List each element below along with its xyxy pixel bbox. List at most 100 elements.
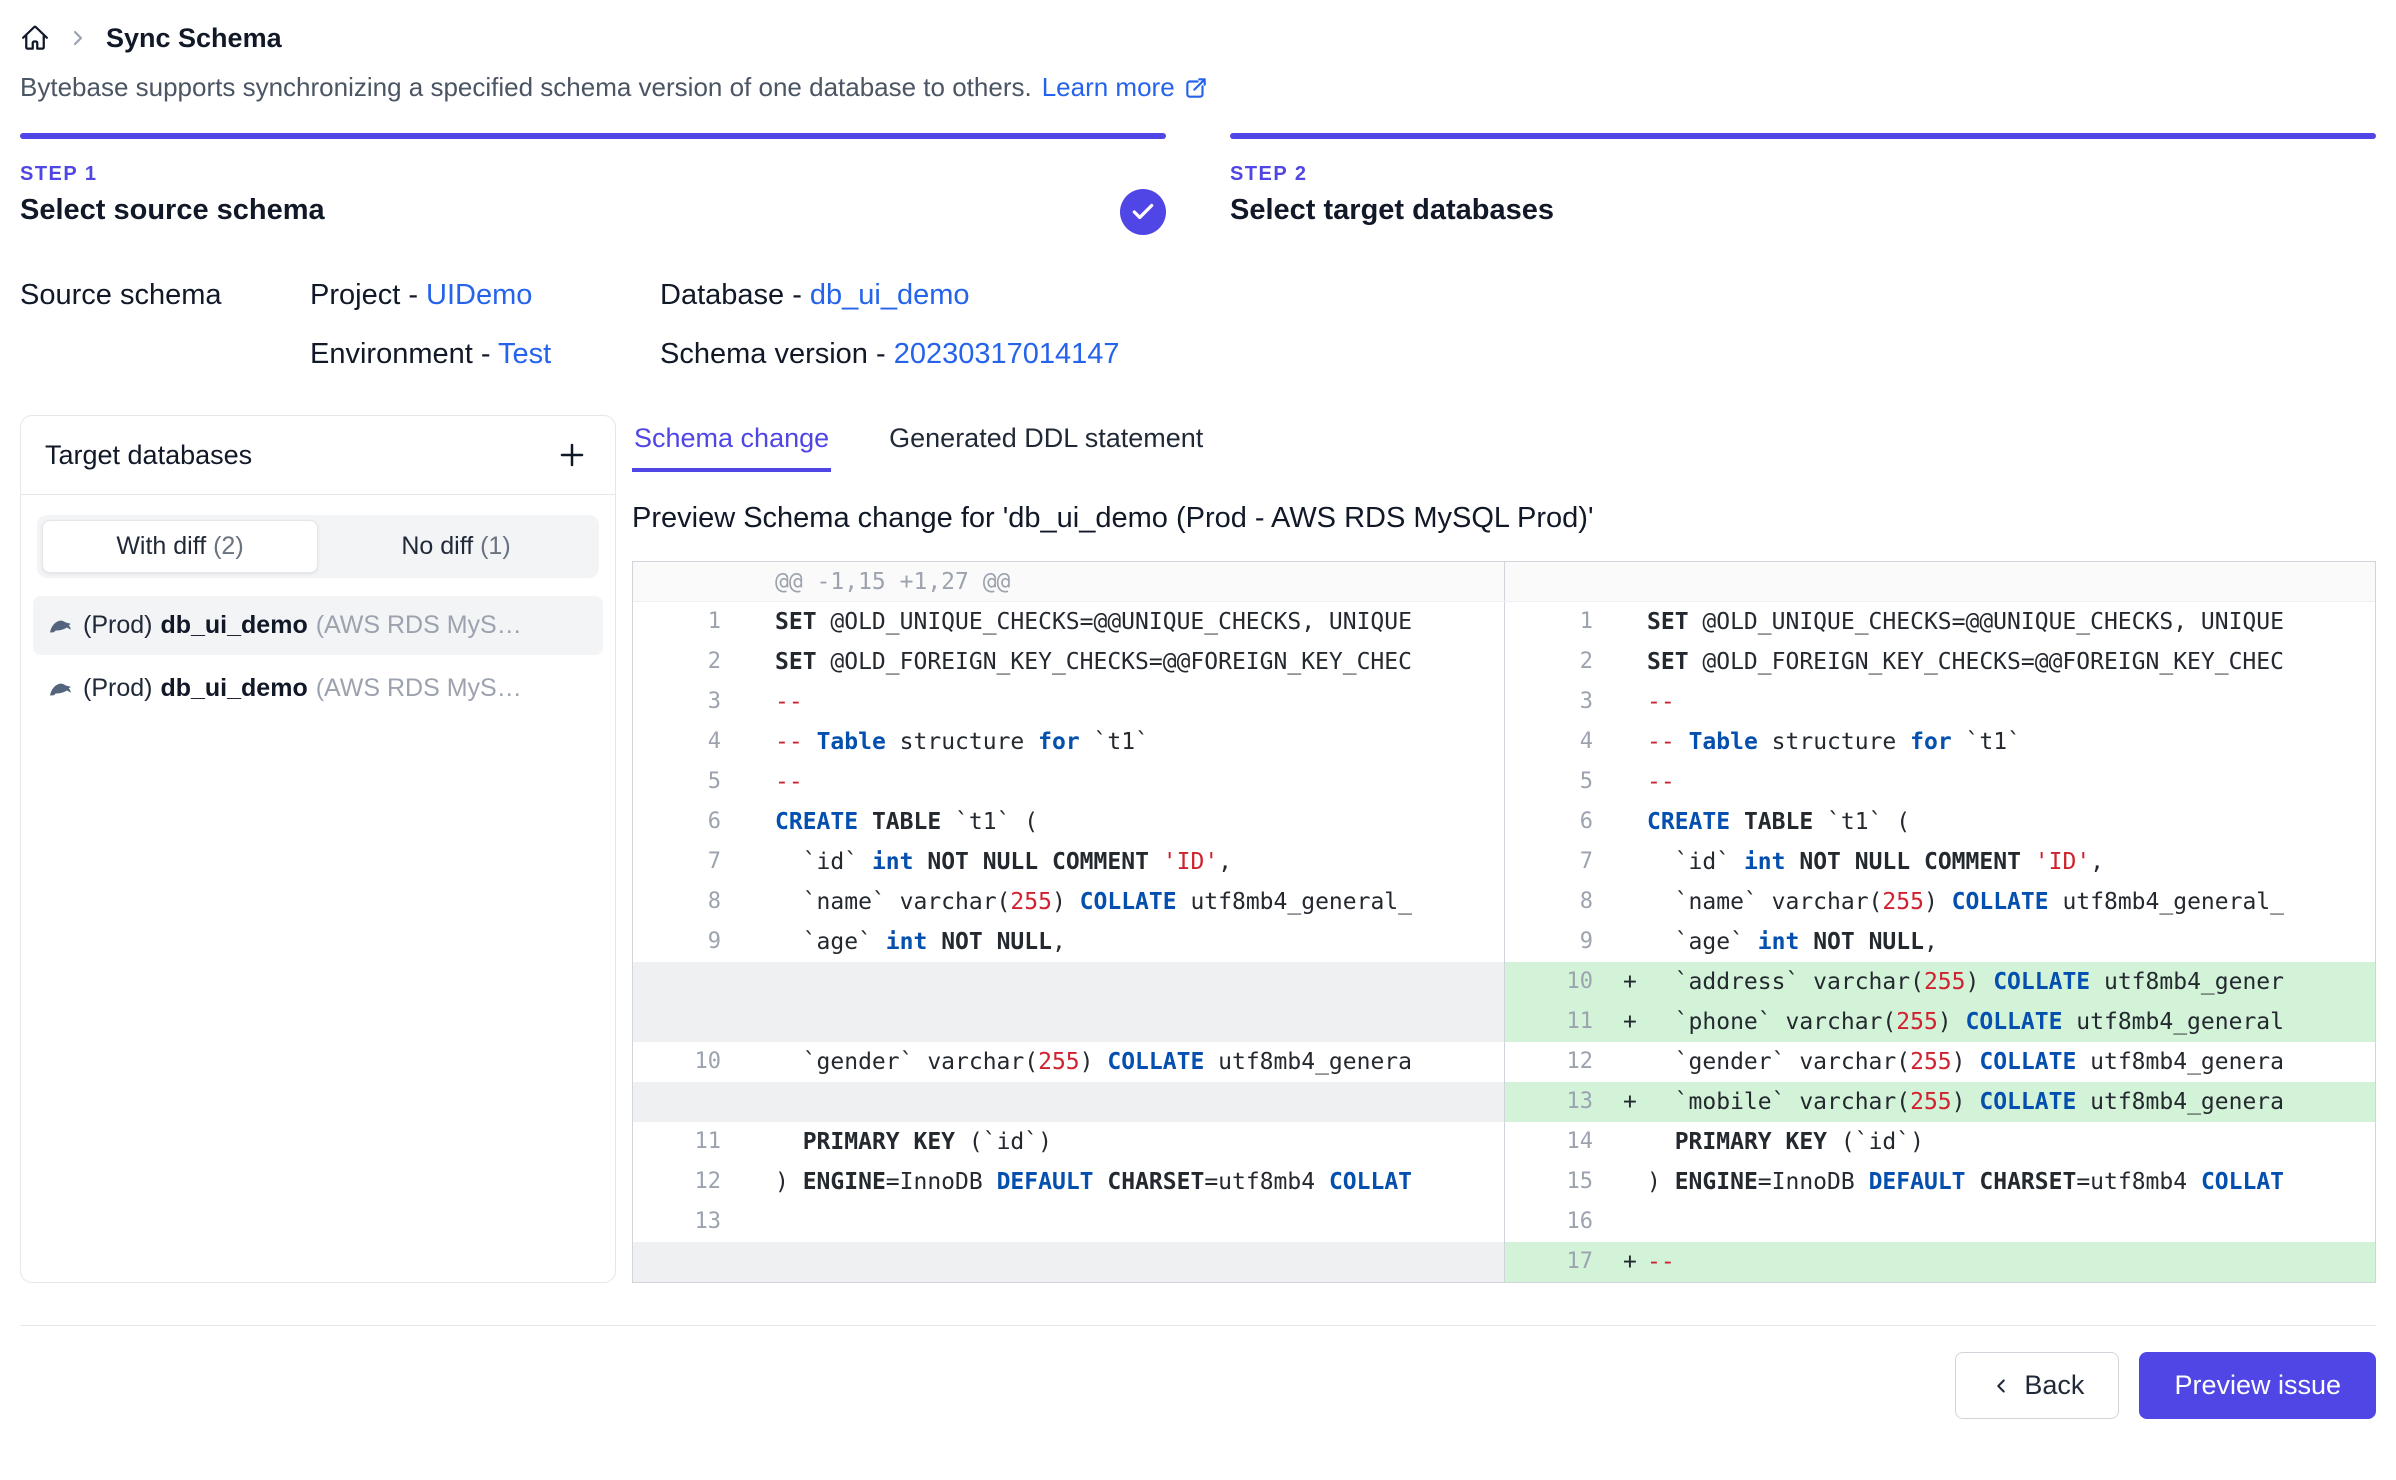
tab-with-diff[interactable]: With diff (2) (42, 520, 318, 573)
schema-version-link[interactable]: 20230317014147 (894, 338, 1120, 370)
back-button[interactable]: Back (1955, 1352, 2119, 1419)
source-schema-section: Source schema Project - UIDemoDatabase -… (20, 279, 2376, 371)
db-instance: (AWS RDS MyS… (316, 611, 522, 640)
intro-text: Bytebase supports synchronizing a specif… (20, 72, 1032, 103)
diff-right-cell: 13+ `mobile` varchar(255) COLLATE utf8mb… (1504, 1082, 2375, 1122)
chevron-right-icon (66, 26, 90, 50)
database-link[interactable]: db_ui_demo (810, 279, 970, 311)
learn-more-label: Learn more (1042, 72, 1175, 103)
tab-generated-ddl[interactable]: Generated DDL statement (887, 415, 1205, 472)
diff-right-cell: 10+ `address` varchar(255) COLLATE utf8m… (1504, 962, 2375, 1002)
step-2: STEP 2 Select target databases (1230, 133, 2376, 227)
diff-row: 4-- Table structure for `t1`4-- Table st… (633, 722, 2375, 762)
mysql-icon (47, 612, 75, 640)
tab-no-diff[interactable]: No diff (1) (318, 520, 594, 573)
diff-filter-tabs: With diff (2)No diff (1) (37, 515, 599, 578)
diff-right-cell: 15) ENGINE=InnoDB DEFAULT CHARSET=utf8mb… (1504, 1162, 2375, 1202)
db-instance: (AWS RDS MyS… (316, 674, 522, 703)
diff-hunk-header: @@ -1,15 +1,27 @@ (633, 562, 2375, 602)
diff-left-cell: 11 PRIMARY KEY (`id`) (633, 1122, 1504, 1162)
diff-left-cell (633, 1082, 1504, 1122)
main-content: Target databases With diff (2)No diff (1… (20, 415, 2376, 1283)
field-label: Database - (660, 279, 810, 311)
diff-right-cell: 5-- (1504, 762, 2375, 802)
diff-row: 1316 (633, 1202, 2375, 1242)
source-field-database: Database - db_ui_demo (660, 279, 1120, 312)
target-databases-header: Target databases (21, 416, 615, 495)
mysql-icon (47, 675, 75, 703)
diff-row: 6CREATE TABLE `t1` (6CREATE TABLE `t1` ( (633, 802, 2375, 842)
diff-row: 8 `name` varchar(255) COLLATE utf8mb4_ge… (633, 882, 2375, 922)
step-title: Select source schema (20, 194, 1166, 227)
diff-left-cell: 10 `gender` varchar(255) COLLATE utf8mb4… (633, 1042, 1504, 1082)
chevron-left-icon (1990, 1375, 2012, 1397)
preview-tabs: Schema change Generated DDL statement (632, 415, 2376, 472)
source-schema-fields: Project - UIDemoDatabase - db_ui_demo Env… (310, 279, 1120, 371)
sync-schema-page: Sync Schema Bytebase supports synchroniz… (0, 0, 2396, 1445)
schema-diff-viewer: @@ -1,15 +1,27 @@1SET @OLD_UNIQUE_CHECKS… (632, 561, 2376, 1283)
source-field-project: Project - UIDemo (310, 279, 660, 312)
tab-schema-change[interactable]: Schema change (632, 415, 831, 472)
home-icon[interactable] (20, 23, 50, 53)
step-completed-check-icon (1120, 189, 1166, 235)
diff-left-cell: 7 `id` int NOT NULL COMMENT 'ID', (633, 842, 1504, 882)
db-name: db_ui_demo (160, 674, 307, 703)
schema-preview-section: Schema change Generated DDL statement Pre… (632, 415, 2376, 1283)
intro: Bytebase supports synchronizing a specif… (20, 72, 2376, 103)
diff-left-cell: 5-- (633, 762, 1504, 802)
environment-link[interactable]: Test (498, 338, 551, 370)
diff-right-cell: 17+-- (1504, 1242, 2375, 1282)
learn-more-link[interactable]: Learn more (1042, 72, 1209, 103)
diff-row: 9 `age` int NOT NULL,9 `age` int NOT NUL… (633, 922, 2375, 962)
preview-issue-button[interactable]: Preview issue (2139, 1352, 2376, 1419)
source-field-schema-version: Schema version - 20230317014147 (660, 338, 1120, 371)
target-database-item[interactable]: (Prod)db_ui_demo(AWS RDS MyS… (33, 659, 603, 718)
diff-left-cell: 2SET @OLD_FOREIGN_KEY_CHECKS=@@FOREIGN_K… (633, 642, 1504, 682)
diff-row: 2SET @OLD_FOREIGN_KEY_CHECKS=@@FOREIGN_K… (633, 642, 2375, 682)
diff-row: 12) ENGINE=InnoDB DEFAULT CHARSET=utf8mb… (633, 1162, 2375, 1202)
diff-left-cell: @@ -1,15 +1,27 @@ (633, 562, 1504, 601)
step-1: STEP 1Select source schema (20, 133, 1166, 227)
diff-row: 13+ `mobile` varchar(255) COLLATE utf8mb… (633, 1082, 2375, 1122)
diff-left-cell: 6CREATE TABLE `t1` ( (633, 802, 1504, 842)
steps: STEP 1Select source schema STEP 2 Select t… (20, 133, 2376, 227)
step-title: Select target databases (1230, 194, 2376, 227)
diff-left-cell: 1SET @OLD_UNIQUE_CHECKS=@@UNIQUE_CHECKS,… (633, 602, 1504, 642)
diff-row: 10 `gender` varchar(255) COLLATE utf8mb4… (633, 1042, 2375, 1082)
diff-row: 11 PRIMARY KEY (`id`)14 PRIMARY KEY (`id… (633, 1122, 2375, 1162)
diff-left-cell (633, 1242, 1504, 1282)
diff-row: 1SET @OLD_UNIQUE_CHECKS=@@UNIQUE_CHECKS,… (633, 602, 2375, 642)
plus-icon (557, 440, 587, 470)
diff-row: 5--5-- (633, 762, 2375, 802)
preview-title: Preview Schema change for 'db_ui_demo (P… (632, 502, 2376, 535)
diff-right-cell: 9 `age` int NOT NULL, (1504, 922, 2375, 962)
field-label: Schema version - (660, 338, 894, 370)
step-progress-bar (20, 133, 1166, 139)
step-progress-bar (1230, 133, 2376, 139)
add-target-database-button[interactable] (553, 436, 591, 474)
external-link-icon (1183, 75, 1209, 101)
diff-left-cell: 3-- (633, 682, 1504, 722)
source-schema-label: Source schema (20, 279, 310, 371)
diff-left-cell (633, 1002, 1504, 1042)
diff-left-cell: 4-- Table structure for `t1` (633, 722, 1504, 762)
diff-right-cell: 11+ `phone` varchar(255) COLLATE utf8mb4… (1504, 1002, 2375, 1042)
diff-right-cell: 4-- Table structure for `t1` (1504, 722, 2375, 762)
diff-right-cell: 2SET @OLD_FOREIGN_KEY_CHECKS=@@FOREIGN_K… (1504, 642, 2375, 682)
target-database-list: (Prod)db_ui_demo(AWS RDS MyS…(Prod)db_ui… (21, 592, 615, 726)
target-database-item[interactable]: (Prod)db_ui_demo(AWS RDS MyS… (33, 596, 603, 655)
step-label: STEP 2 (1230, 163, 2376, 186)
diff-row: 3--3-- (633, 682, 2375, 722)
diff-left-cell: 13 (633, 1202, 1504, 1242)
breadcrumb: Sync Schema (20, 16, 2376, 60)
diff-row: 10+ `address` varchar(255) COLLATE utf8m… (633, 962, 2375, 1002)
diff-left-cell: 8 `name` varchar(255) COLLATE utf8mb4_ge… (633, 882, 1504, 922)
diff-right-cell: 8 `name` varchar(255) COLLATE utf8mb4_ge… (1504, 882, 2375, 922)
field-label: Environment - (310, 338, 498, 370)
diff-right-cell: 1SET @OLD_UNIQUE_CHECKS=@@UNIQUE_CHECKS,… (1504, 602, 2375, 642)
diff-right-cell (1504, 562, 2375, 601)
page-title: Sync Schema (106, 23, 282, 54)
project-link[interactable]: UIDemo (426, 279, 532, 311)
diff-left-cell: 9 `age` int NOT NULL, (633, 922, 1504, 962)
diff-right-cell: 7 `id` int NOT NULL COMMENT 'ID', (1504, 842, 2375, 882)
